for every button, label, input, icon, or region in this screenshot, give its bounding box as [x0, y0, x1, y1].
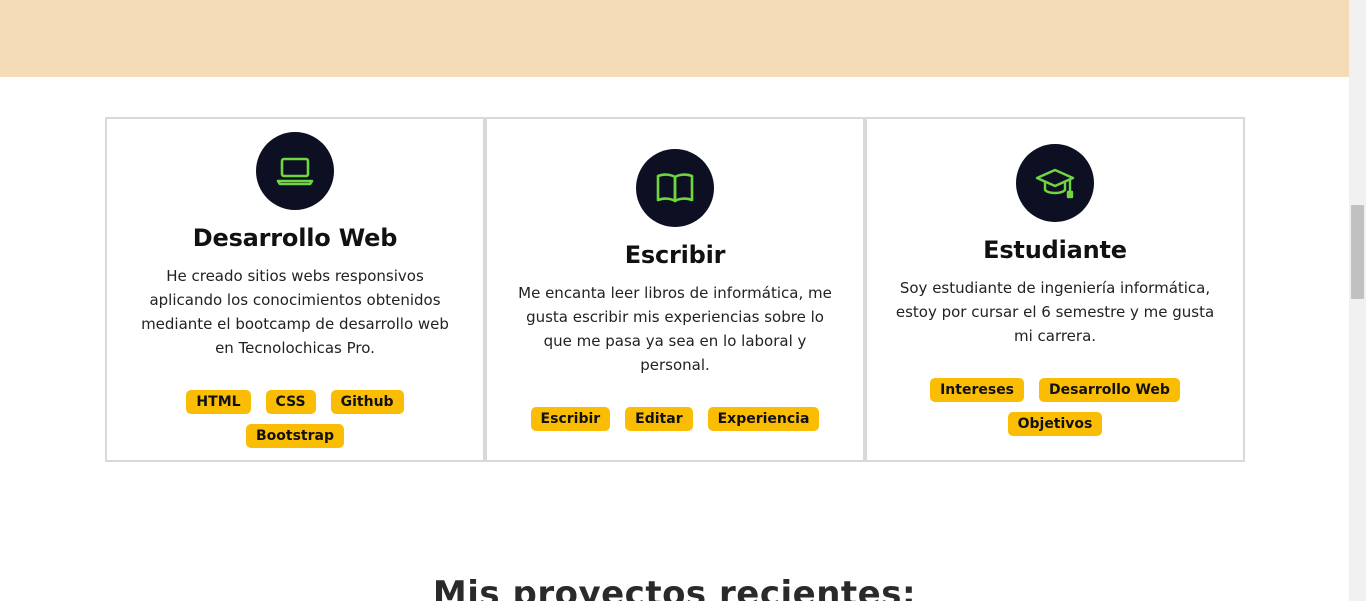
icon-circle	[1016, 143, 1094, 222]
tag-css[interactable]: CSS	[265, 389, 316, 414]
scrollbar-thumb[interactable]	[1351, 205, 1364, 299]
book-icon	[656, 172, 694, 202]
card-description: Me encanta leer libros de informática, m…	[518, 283, 832, 374]
skill-card-escribir: Escribir Me encanta leer libros de infor…	[485, 117, 865, 462]
card-description: Soy estudiante de ingeniería informática…	[895, 278, 1215, 345]
tag-list: Intereses Desarrollo Web Objetivos	[905, 377, 1205, 436]
card-title: Estudiante	[983, 235, 1127, 264]
skill-card-desarrollo-web: Desarrollo Web He creado sitios webs res…	[105, 117, 485, 462]
vertical-scrollbar[interactable]	[1349, 0, 1366, 601]
card-title: Desarrollo Web	[192, 223, 398, 252]
graduation-cap-icon	[1035, 168, 1075, 198]
tag-objetivos[interactable]: Objetivos	[1007, 411, 1103, 436]
card-description: He creado sitios webs responsivos aplica…	[141, 266, 449, 357]
tag-editar[interactable]: Editar	[625, 406, 693, 431]
icon-circle	[256, 131, 334, 210]
tag-intereses[interactable]: Intereses	[930, 377, 1025, 402]
page: Desarrollo Web He creado sitios webs res…	[0, 0, 1366, 601]
tag-bootstrap[interactable]: Bootstrap	[246, 423, 344, 448]
projects-heading: Mis proyectos recientes:	[432, 574, 917, 601]
tag-experiencia[interactable]: Experiencia	[707, 406, 820, 431]
card-title: Escribir	[624, 240, 726, 269]
tag-list: Escribir Editar Experiencia	[530, 406, 820, 431]
skill-card-estudiante: Estudiante Soy estudiante de ingeniería …	[865, 117, 1245, 462]
skills-cards: Desarrollo Web He creado sitios webs res…	[105, 117, 1245, 462]
tag-escribir[interactable]: Escribir	[530, 406, 611, 431]
top-banner	[0, 0, 1349, 77]
laptop-icon	[276, 157, 314, 185]
tag-list: HTML CSS Github Bootstrap	[145, 389, 445, 448]
icon-circle	[636, 148, 714, 227]
tag-html[interactable]: HTML	[186, 389, 251, 414]
tag-desarrollo-web[interactable]: Desarrollo Web	[1039, 377, 1180, 402]
tag-github[interactable]: Github	[330, 389, 404, 414]
